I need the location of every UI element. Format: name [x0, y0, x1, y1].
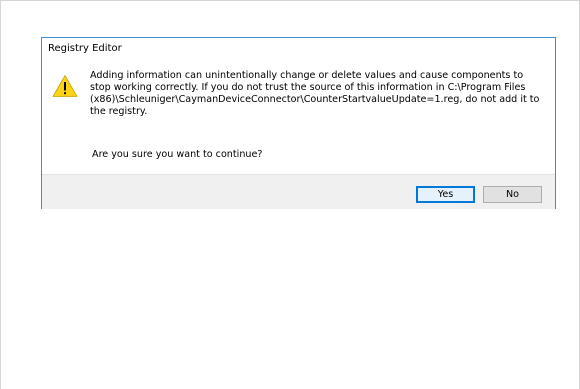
warning-message: Adding information can unintentionally c… — [90, 70, 542, 118]
warning-icon — [52, 74, 78, 98]
dialog-title: Registry Editor — [48, 43, 122, 54]
desktop-background: Registry Editor Adding information can u… — [0, 0, 580, 389]
button-bar: Yes No — [42, 174, 555, 209]
confirmation-question: Are you sure you want to continue? — [92, 149, 263, 160]
message-line: (x86)\Schleuniger\CaymanDeviceConnector\… — [90, 94, 540, 105]
registry-editor-dialog: Registry Editor Adding information can u… — [41, 37, 556, 209]
message-line: Adding information can unintentionally c… — [90, 70, 524, 81]
no-button[interactable]: No — [483, 186, 542, 203]
message-line: the registry. — [90, 106, 148, 117]
yes-button[interactable]: Yes — [416, 186, 475, 203]
message-line: stop working correctly. If you do not tr… — [90, 82, 526, 93]
